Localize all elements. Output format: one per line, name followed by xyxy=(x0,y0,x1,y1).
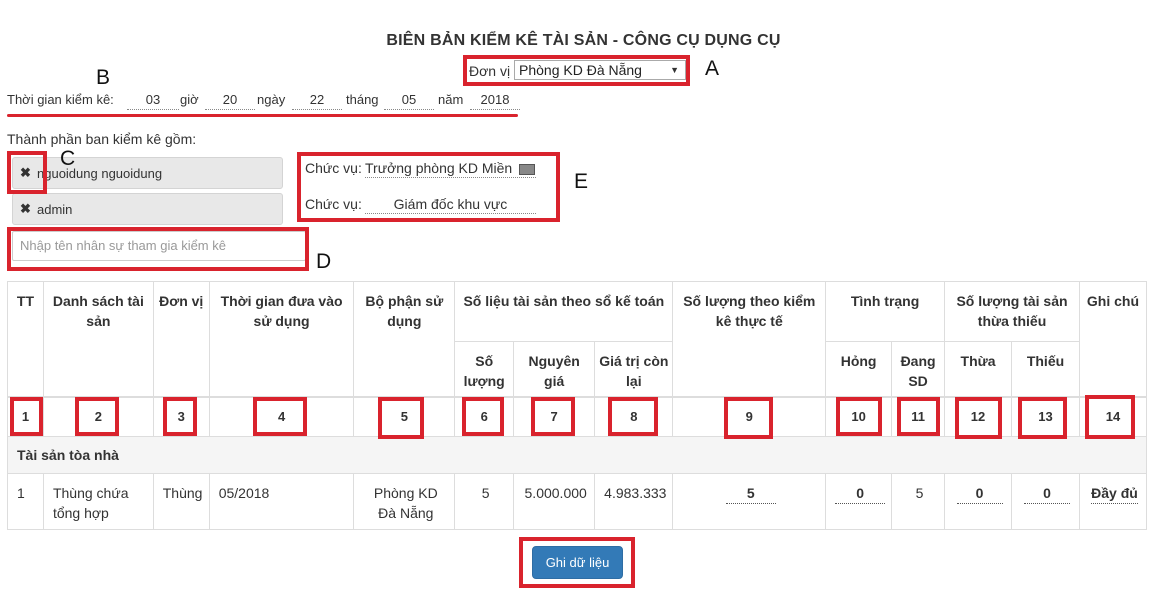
unit-select[interactable]: Phòng KD Đà Nẵng ▼ xyxy=(514,60,686,80)
cell-department: Phòng KD Đà Nẵng xyxy=(353,473,456,530)
col-header-book-qty: Số lượng xyxy=(454,341,515,397)
position-value: Trưởng phòng KD Miền xyxy=(365,160,513,176)
position-value: Giám đốc khu vực xyxy=(393,196,508,212)
column-number: 5 xyxy=(353,395,456,437)
column-number: 11 xyxy=(891,395,946,437)
hour-label: giờ xyxy=(180,92,199,107)
minute-field[interactable]: 03 xyxy=(127,92,179,110)
annotation-label-c: C xyxy=(60,147,76,170)
day-label: ngày xyxy=(257,92,286,107)
position-label: Chức vụ: xyxy=(305,160,362,176)
year-label: năm xyxy=(438,92,464,107)
column-number-row: 1 2 3 4 5 6 7 8 9 10 11 12 13 14 xyxy=(7,395,1148,437)
column-number: 9 xyxy=(672,395,827,437)
col-header-status: Tình trạng xyxy=(825,281,946,342)
card-icon xyxy=(519,163,536,175)
inventory-time-label: Thời gian kiểm kê: xyxy=(7,92,114,107)
col-header-broken: Hỏng xyxy=(825,341,893,397)
day-field[interactable]: 22 xyxy=(292,92,342,110)
remove-icon[interactable]: ✖ xyxy=(20,165,31,181)
cell-broken: 0 xyxy=(825,473,893,530)
hour-field[interactable]: 20 xyxy=(205,92,255,110)
column-number: 8 xyxy=(594,395,674,437)
surplus-input[interactable]: 0 xyxy=(956,483,1003,504)
broken-input[interactable]: 0 xyxy=(835,483,886,504)
col-header-note: Ghi chú xyxy=(1078,281,1148,397)
cell-tt: 1 xyxy=(7,473,44,530)
column-number: 13 xyxy=(1011,395,1080,437)
note-input[interactable]: Đầy đủ xyxy=(1091,483,1138,504)
unit-label: Đơn vị xyxy=(469,63,511,79)
year-field[interactable]: 2018 xyxy=(470,92,520,110)
member-name: admin xyxy=(37,202,73,217)
col-header-surplus: Thừa xyxy=(944,341,1013,397)
position-label: Chức vụ: xyxy=(305,196,362,212)
group-row: Tài sản tòa nhà xyxy=(7,436,1147,474)
dropdown-arrow-icon: ▼ xyxy=(670,65,679,75)
deficit-input[interactable]: 0 xyxy=(1024,483,1070,504)
column-number: 4 xyxy=(208,395,355,437)
col-header-actual-qty: Số lượng theo kiểm kê thực tế xyxy=(672,281,827,397)
column-number: 10 xyxy=(825,395,893,437)
annotation-label-e: E xyxy=(574,170,589,193)
remove-icon[interactable]: ✖ xyxy=(20,201,31,217)
col-header-unit: Đơn vị xyxy=(152,281,210,397)
col-header-deficit: Thiếu xyxy=(1011,341,1080,397)
unit-selected-value: Phòng KD Đà Nẵng xyxy=(519,62,642,78)
inventory-table: TT Danh sách tài sản Đơn vị Thời gian đư… xyxy=(7,281,1148,530)
col-header-department: Bộ phận sử dụng xyxy=(353,281,456,397)
cell-surplus: 0 xyxy=(944,473,1013,530)
col-header-book-data: Số liệu tài sản theo sổ kế toán xyxy=(454,281,674,342)
actual-qty-input[interactable]: 5 xyxy=(725,483,776,504)
cell-deficit: 0 xyxy=(1011,473,1080,530)
group-title: Tài sản tòa nhà xyxy=(7,436,1147,474)
cell-book-qty: 5 xyxy=(454,473,515,530)
cell-book-remaining: 4.983.333 xyxy=(594,473,674,530)
cell-book-cost: 5.000.000 xyxy=(513,473,596,530)
month-label: tháng xyxy=(346,92,379,107)
annotation-label-b: B xyxy=(96,66,111,89)
members-label: Thành phần ban kiểm kê gồm: xyxy=(7,131,197,147)
table-header-row: TT Danh sách tài sản Đơn vị Thời gian đư… xyxy=(7,281,1148,397)
column-number: 1 xyxy=(7,395,44,437)
position-field[interactable]: Giám đốc khu vực xyxy=(365,196,536,214)
member-name: nguoidung nguoidung xyxy=(37,166,163,181)
col-header-use-time: Thời gian đưa vào sử dụng xyxy=(208,281,355,397)
annotation-label-d: D xyxy=(316,250,332,273)
save-button[interactable]: Ghi dữ liệu xyxy=(532,546,623,579)
column-number: 12 xyxy=(944,395,1013,437)
col-header-tt: TT xyxy=(7,281,44,397)
month-field[interactable]: 05 xyxy=(384,92,434,110)
col-header-asset-list: Danh sách tài sản xyxy=(42,281,154,397)
col-header-book-cost: Nguyên giá xyxy=(513,341,596,397)
column-number: 6 xyxy=(454,395,515,437)
table-row: 1 Thùng chứa tổng hợp Thùng 05/2018 Phòn… xyxy=(7,473,1148,530)
annotation-label-a: A xyxy=(705,57,720,80)
cell-actual-qty: 5 xyxy=(672,473,827,530)
col-header-book-remaining: Giá trị còn lại xyxy=(594,341,674,397)
member-search-input[interactable]: Nhập tên nhân sự tham gia kiểm kê xyxy=(12,231,306,261)
cell-use-time: 05/2018 xyxy=(208,473,355,530)
column-number: 3 xyxy=(152,395,210,437)
col-header-surplus-deficit: Số lượng tài sản thừa thiếu xyxy=(944,281,1080,342)
column-number: 2 xyxy=(42,395,154,437)
time-row-underline xyxy=(7,114,518,117)
cell-asset: Thùng chứa tổng hợp xyxy=(42,473,154,530)
member-chip: ✖ admin xyxy=(12,193,283,225)
column-number: 7 xyxy=(513,395,596,437)
col-header-in-use: Đang SD xyxy=(891,341,946,397)
cell-unit: Thùng xyxy=(152,473,210,530)
page-title: BIÊN BẢN KIỂM KÊ TÀI SẢN - CÔNG CỤ DỤNG … xyxy=(386,32,781,49)
cell-note: Đầy đủ xyxy=(1078,473,1148,530)
column-number: 14 xyxy=(1078,395,1148,437)
cell-in-use: 5 xyxy=(891,473,946,530)
member-chip: ✖ nguoidung nguoidung xyxy=(12,157,283,189)
position-field[interactable]: Trưởng phòng KD Miền xyxy=(365,160,536,178)
